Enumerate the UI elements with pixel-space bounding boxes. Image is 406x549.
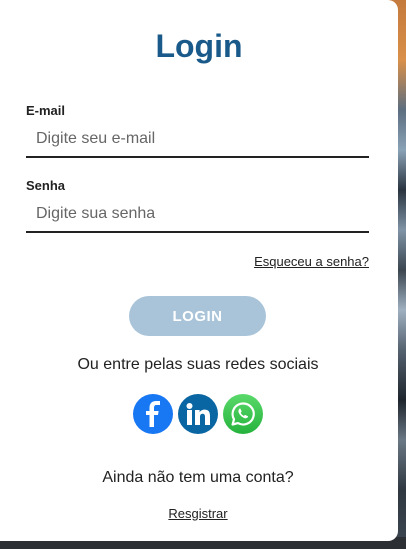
facebook-button[interactable] xyxy=(133,394,173,434)
linkedin-icon xyxy=(186,403,210,425)
email-field-group: E-mail xyxy=(26,103,369,158)
password-label: Senha xyxy=(26,178,66,193)
social-prompt: Ou entre pelas suas redes sociais xyxy=(77,356,319,373)
login-card: Login E-mail Senha Esqueceu a senha? LOG… xyxy=(0,0,398,541)
password-input[interactable] xyxy=(26,199,369,233)
whatsapp-icon xyxy=(231,402,255,426)
linkedin-button[interactable] xyxy=(178,394,218,434)
register-link[interactable]: Resgistrar xyxy=(168,506,227,521)
whatsapp-button[interactable] xyxy=(223,394,263,434)
forgot-password-link[interactable]: Esqueceu a senha? xyxy=(254,254,369,269)
register-wrapper: Resgistrar xyxy=(0,506,396,521)
login-button[interactable]: LOGIN xyxy=(129,296,266,336)
page-title: Login xyxy=(155,28,243,64)
email-input[interactable] xyxy=(26,124,369,158)
no-account-text: Ainda não tem uma conta? xyxy=(102,469,294,486)
email-label: E-mail xyxy=(26,103,66,118)
social-buttons xyxy=(133,394,263,434)
facebook-icon xyxy=(146,401,160,427)
password-field-group: Senha xyxy=(26,178,369,233)
